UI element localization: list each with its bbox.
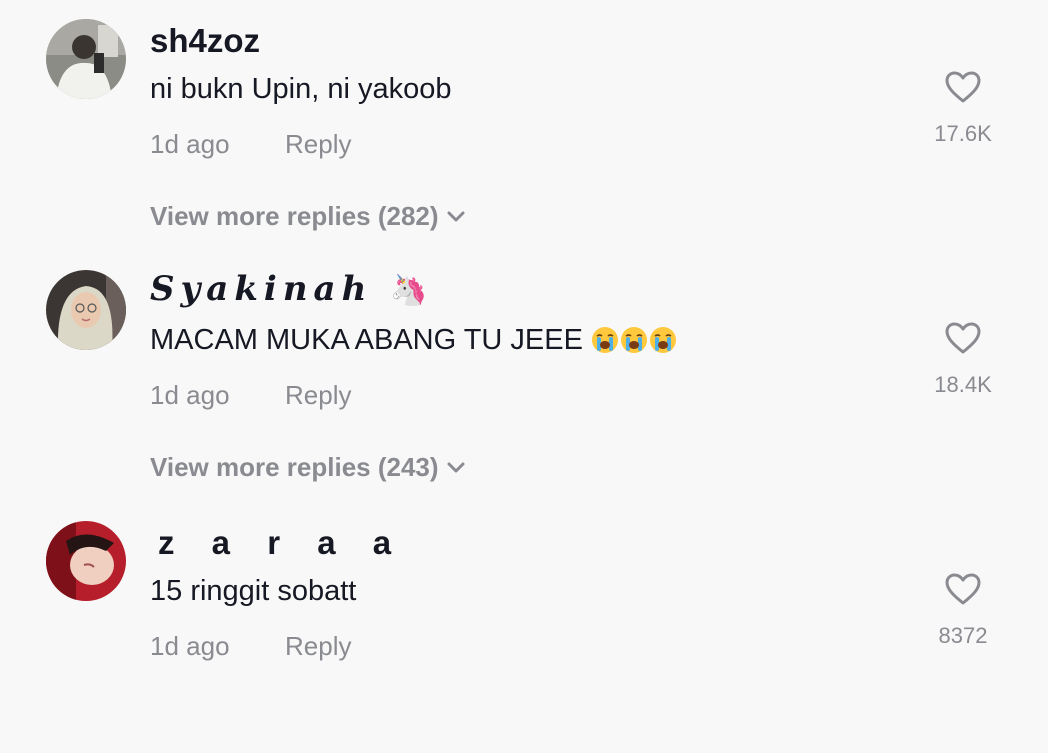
reply-button[interactable]: Reply [285, 380, 351, 411]
crying-face-icon [621, 327, 648, 353]
unicorn-emoji: 🦄 [390, 273, 428, 308]
like-count: 17.6K [934, 121, 992, 146]
avatar[interactable] [46, 19, 126, 99]
like-count: 8372 [938, 623, 988, 648]
chevron-down-icon [447, 211, 465, 222]
crying-face-icon [650, 327, 677, 353]
username[interactable]: sh4zoz [150, 22, 260, 60]
heart-outline-icon[interactable] [944, 321, 982, 355]
like-count: 18.4K [934, 372, 992, 397]
view-more-replies-label: View more replies (282) [150, 201, 439, 231]
comment-item: 𝑺𝒚𝒂𝒌𝒊𝒏𝒂𝒉 🦄 MACAM MUKA ABANG TU JEEE 1d a… [0, 251, 1048, 502]
timestamp: 1d ago [150, 631, 230, 661]
comment-text: 15 ringgit sobatt [150, 575, 357, 607]
chevron-down-icon [447, 462, 465, 473]
timestamp: 1d ago [150, 380, 230, 410]
comment-item: z a r a a 15 ringgit sobatt 1d ago Reply… [0, 502, 1048, 753]
view-more-replies-button[interactable]: View more replies (282) [150, 201, 465, 232]
comment-text: MACAM MUKA ABANG TU JEEE [150, 324, 678, 357]
username[interactable]: 𝑺𝒚𝒂𝒌𝒊𝒏𝒂𝒉 🦄 [150, 269, 428, 309]
crying-face-icon [592, 327, 619, 353]
avatar[interactable] [46, 270, 126, 350]
comment-text: ni bukn Upin, ni yakoob [150, 73, 452, 105]
view-more-replies-button[interactable]: View more replies (243) [150, 452, 465, 483]
avatar[interactable] [46, 521, 126, 601]
reply-button[interactable]: Reply [285, 631, 351, 662]
comment-text-body: MACAM MUKA ABANG TU JEEE [150, 324, 583, 356]
heart-outline-icon[interactable] [944, 572, 982, 606]
timestamp: 1d ago [150, 129, 230, 159]
heart-outline-icon[interactable] [944, 70, 982, 104]
crying-emoji-group [591, 324, 678, 356]
reply-button[interactable]: Reply [285, 129, 351, 160]
comment-item: sh4zoz ni bukn Upin, ni yakoob 1d ago Re… [0, 0, 1048, 251]
username-text: 𝑺𝒚𝒂𝒌𝒊𝒏𝒂𝒉 [150, 269, 373, 309]
username[interactable]: z a r a a [158, 524, 405, 562]
view-more-replies-label: View more replies (243) [150, 452, 439, 482]
